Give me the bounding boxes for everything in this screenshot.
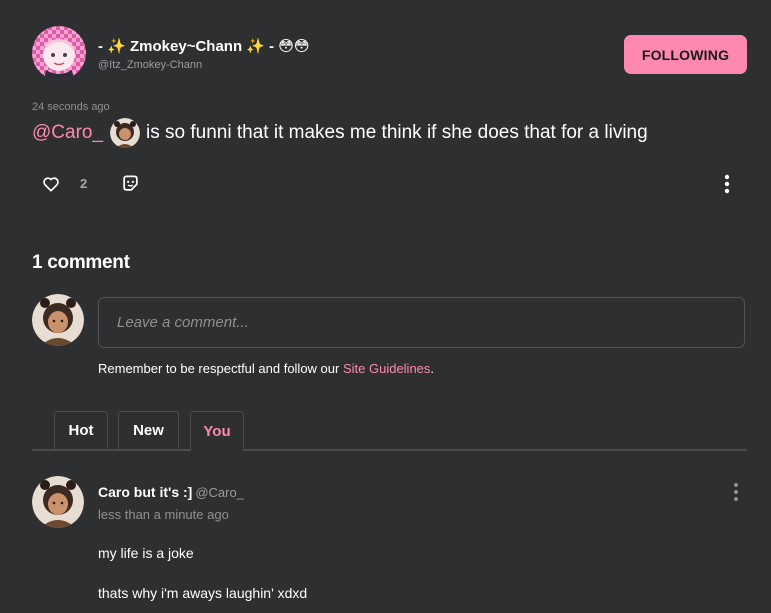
- guidelines-suffix: .: [430, 361, 435, 376]
- tab-hot[interactable]: Hot: [54, 411, 108, 449]
- comment-text-line: thats why i'm aways laughin' xdxd: [98, 585, 308, 601]
- post-text: is so funni that it makes me think if sh…: [146, 122, 648, 143]
- comment-author-handle[interactable]: @Caro_: [195, 485, 244, 500]
- comment-input[interactable]: [98, 297, 745, 348]
- current-user-avatar: [32, 294, 84, 346]
- comment-timestamp: less than a minute ago: [98, 507, 229, 522]
- tab-new[interactable]: New: [118, 411, 179, 449]
- tab-you[interactable]: You: [190, 411, 244, 451]
- tabs-divider: [32, 449, 747, 451]
- like-count: 2: [80, 176, 88, 191]
- heart-outline-icon[interactable]: [42, 175, 60, 193]
- guidelines-prefix: Remember to be respectful and follow our: [98, 361, 343, 376]
- following-button[interactable]: FOLLOWING: [624, 35, 747, 74]
- commenter-avatar[interactable]: [32, 476, 84, 528]
- post-body: @Caro_ is so funni that it makes me thin…: [32, 118, 648, 148]
- post-author-name[interactable]: - ✨ Zmokey~Chann ✨ - 😳😳: [98, 37, 310, 55]
- guidelines-notice: Remember to be respectful and follow our…: [98, 361, 434, 376]
- comment-text-line: my life is a joke: [98, 545, 194, 561]
- comments-heading: 1 comment: [32, 252, 130, 273]
- post-mention-link[interactable]: @Caro_: [32, 122, 103, 144]
- post-author-handle[interactable]: @Itz_Zmokey-Chann: [98, 59, 202, 71]
- post-timestamp: 24 seconds ago: [32, 101, 110, 113]
- mentioned-user-avatar[interactable]: [110, 118, 141, 148]
- comment-author: Caro but it's :] @Caro_: [98, 484, 244, 500]
- vertical-dots-icon[interactable]: [719, 174, 735, 194]
- share-sticker-icon[interactable]: [121, 174, 140, 193]
- comment-options-dots-icon[interactable]: [729, 482, 743, 502]
- post-author-avatar[interactable]: [32, 26, 86, 80]
- comment-author-name[interactable]: Caro but it's :]: [98, 484, 192, 500]
- site-guidelines-link[interactable]: Site Guidelines: [343, 361, 430, 376]
